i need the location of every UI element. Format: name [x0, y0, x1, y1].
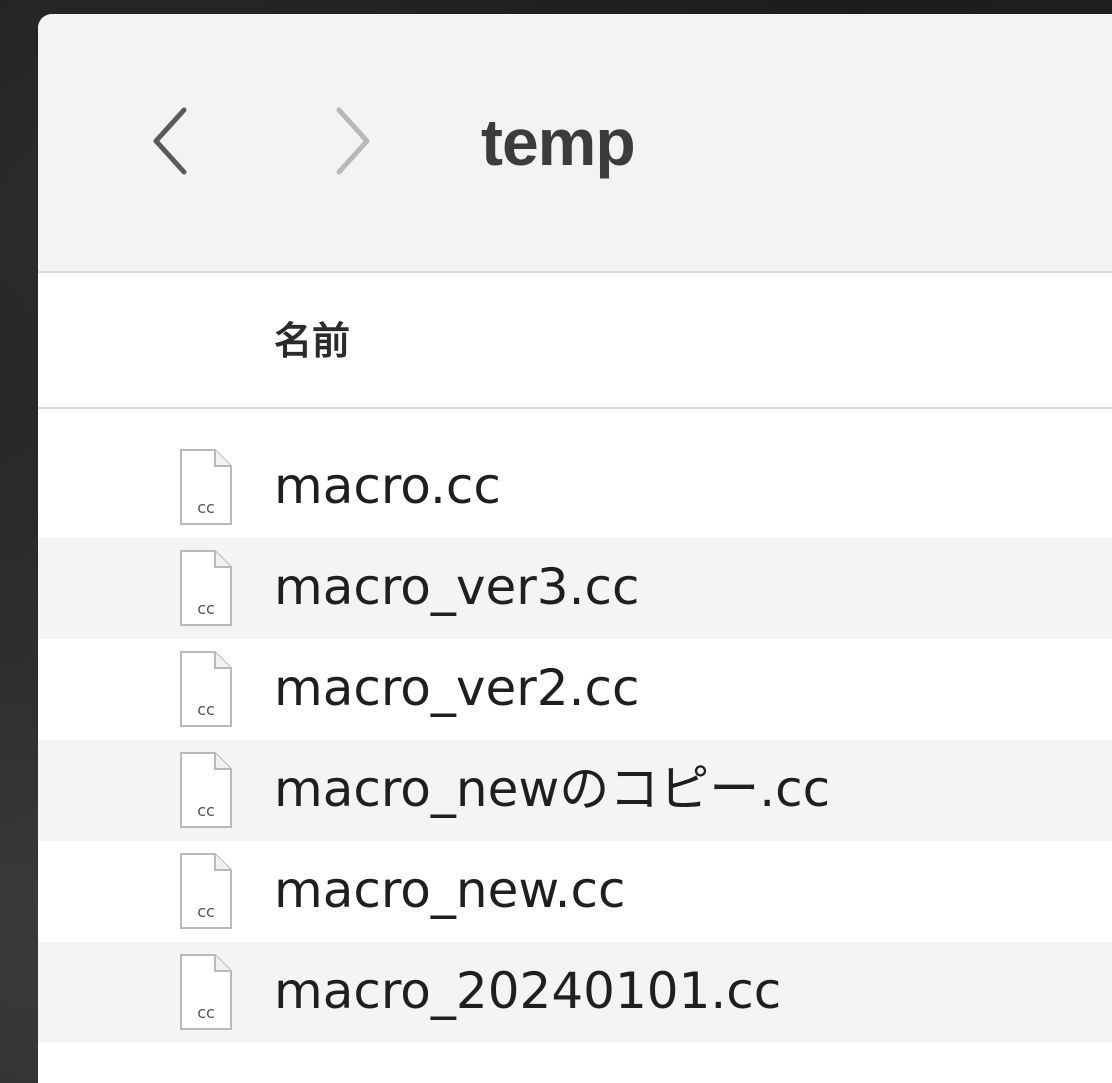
svg-text:cc: cc — [197, 498, 215, 517]
forward-button[interactable] — [323, 106, 383, 176]
file-row[interactable]: cc macro_ver2.cc — [38, 639, 1112, 740]
cc-document-icon: cc — [180, 449, 232, 525]
cc-document-icon: cc — [180, 651, 232, 727]
svg-text:cc: cc — [197, 1003, 215, 1022]
cc-document-icon: cc — [180, 550, 232, 626]
finder-window: temp 名前 cc macro.cc cc macro_ver3.cc cc … — [38, 14, 1112, 1083]
window-title: temp — [481, 105, 636, 179]
file-list: 名前 cc macro.cc cc macro_ver3.cc cc macro… — [38, 273, 1112, 1083]
file-name: macro_20240101.cc — [274, 962, 782, 1020]
chevron-left-icon — [153, 107, 187, 175]
file-name: macro_ver2.cc — [274, 659, 640, 717]
chevron-right-icon — [336, 107, 370, 175]
back-button[interactable] — [140, 106, 200, 176]
cc-document-icon: cc — [180, 853, 232, 929]
cc-document-icon: cc — [180, 954, 232, 1030]
column-header-row: 名前 — [38, 273, 1112, 409]
file-row[interactable]: cc macro_20240101.cc — [38, 942, 1112, 1043]
toolbar: temp — [38, 14, 1112, 273]
cc-document-icon: cc — [180, 752, 232, 828]
svg-text:cc: cc — [197, 599, 215, 618]
file-name: macro_newのコピー.cc — [274, 760, 831, 818]
file-rows: cc macro.cc cc macro_ver3.cc cc macro_ve… — [38, 437, 1112, 1043]
file-name: macro.cc — [274, 457, 501, 515]
column-header-name[interactable]: 名前 — [274, 319, 350, 363]
file-row[interactable]: cc macro_newのコピー.cc — [38, 740, 1112, 841]
file-row[interactable]: cc macro_ver3.cc — [38, 538, 1112, 639]
svg-text:cc: cc — [197, 801, 215, 820]
svg-text:cc: cc — [197, 700, 215, 719]
svg-text:cc: cc — [197, 902, 215, 921]
file-name: macro_ver3.cc — [274, 558, 640, 616]
file-name: macro_new.cc — [274, 861, 626, 919]
file-row[interactable]: cc macro_new.cc — [38, 841, 1112, 942]
file-row[interactable]: cc macro.cc — [38, 437, 1112, 538]
